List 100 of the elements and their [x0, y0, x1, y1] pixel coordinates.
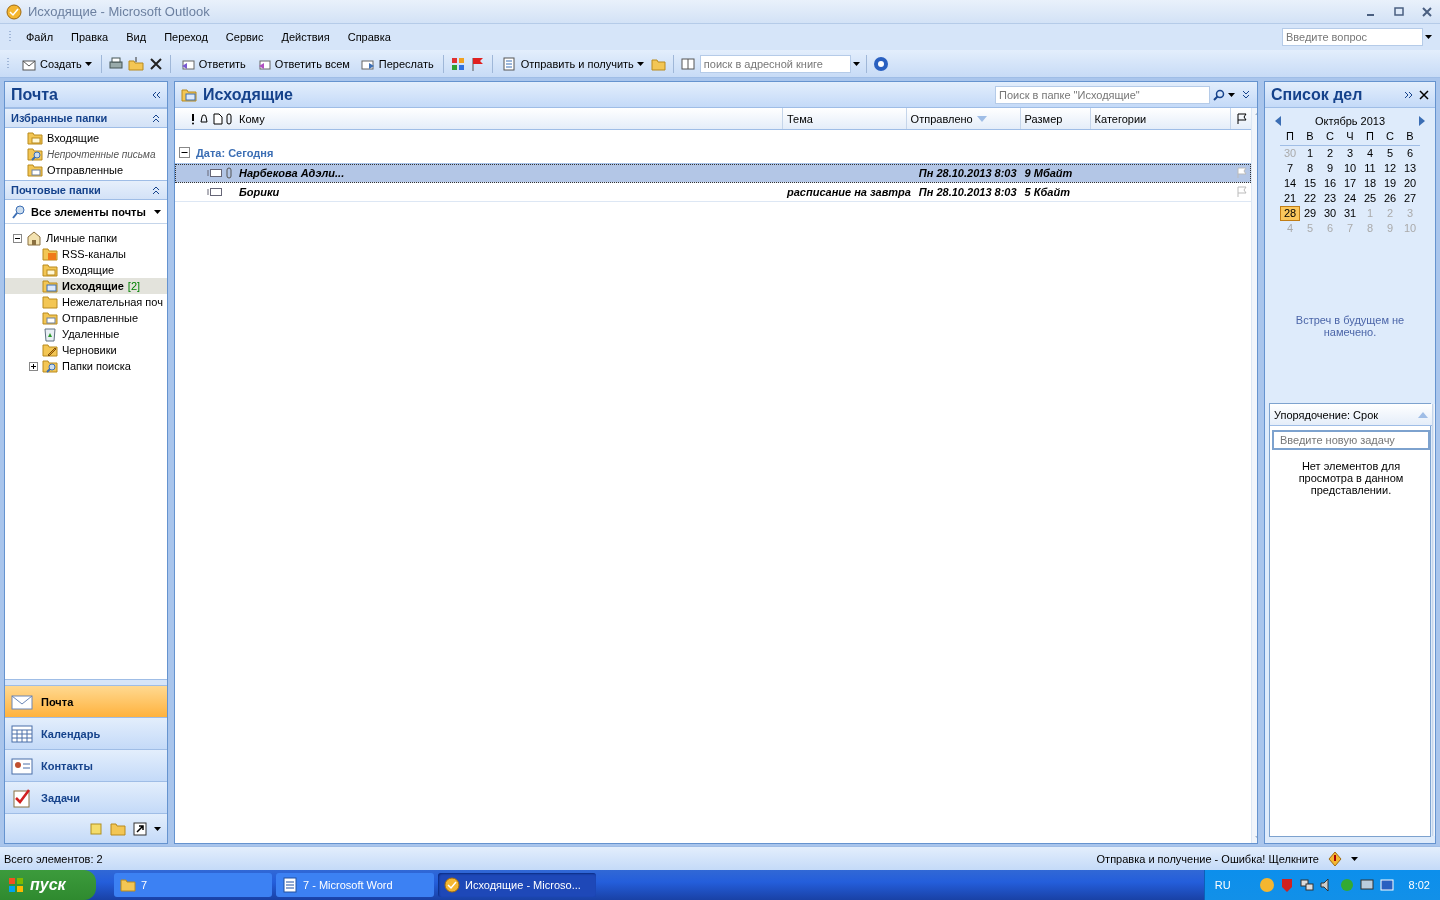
forward-button[interactable]: Переслать — [356, 52, 437, 75]
favorite-folder[interactable]: Входящие — [5, 130, 167, 146]
previous-month-icon — [1275, 116, 1281, 126]
new-task-field[interactable]: Введите новую задачу — [1272, 430, 1430, 450]
calendar-day[interactable]: 7 — [1280, 161, 1300, 176]
folder-name: Непрочтенные письма — [47, 148, 156, 160]
column-header[interactable]: Отправлено — [906, 108, 1021, 129]
taskbar-button[interactable]: Исходящие - Microso... — [438, 873, 596, 897]
help-icon — [872, 55, 889, 72]
calendar-day[interactable]: 31 — [1340, 206, 1360, 221]
column-header[interactable]: Размер — [1020, 108, 1091, 129]
caret-icon — [1228, 92, 1235, 97]
network-icon — [1298, 877, 1315, 893]
folder-item[interactable]: Входящие — [5, 262, 167, 278]
inbox-folder-icon — [27, 130, 43, 146]
taskbar-button[interactable]: 7 — [114, 873, 272, 897]
document-icon — [213, 112, 223, 125]
new-button[interactable]: Создать — [18, 52, 95, 75]
calendar-day[interactable]: 24 — [1340, 191, 1360, 206]
calendar-day[interactable]: 26 — [1380, 191, 1400, 206]
calendar-day[interactable]: 2 — [1320, 146, 1340, 161]
view-dropdown[interactable]: Все элементы почты — [5, 200, 167, 224]
taskbar-button[interactable]: 7 - Microsoft Word — [276, 873, 434, 897]
folder-item[interactable]: Отправленные — [5, 310, 167, 326]
menu-item[interactable]: Справка — [339, 29, 399, 45]
favorite-folder[interactable]: Непрочтенные письма — [5, 146, 167, 162]
nav-button[interactable]: Контакты — [5, 749, 167, 781]
message-size: 5 Кбайт — [1024, 186, 1070, 198]
calendar-day[interactable]: 14 — [1280, 176, 1300, 191]
menu-item[interactable]: Вид — [118, 29, 155, 45]
folder-item[interactable]: Исходящие [2] — [5, 278, 167, 294]
calendar-day[interactable]: 16 — [1320, 176, 1340, 191]
folder-search-field[interactable]: Поиск в папке "Исходящие" — [995, 85, 1210, 104]
calendar-day[interactable]: 13 — [1400, 161, 1420, 176]
column-header[interactable]: Кому — [235, 108, 783, 129]
message-row[interactable]: Борики расписание на завтра Пн 28.10.2013 8:03 5 Кбайт — [175, 183, 1251, 202]
calendar-day[interactable]: 18 — [1360, 176, 1380, 191]
calendar-day[interactable]: 4 — [1360, 146, 1380, 161]
menu-item[interactable]: Сервис — [217, 29, 272, 45]
flag-icon — [1235, 112, 1248, 125]
favorite-folder[interactable]: Отправленные — [5, 162, 167, 178]
maximize-icon[interactable] — [1392, 4, 1406, 19]
calendar-day[interactable]: 29 — [1300, 206, 1320, 221]
flag-icon — [1235, 167, 1248, 179]
nav-button[interactable]: Календарь — [5, 717, 167, 749]
help-search-field[interactable]: Введите вопрос — [1282, 28, 1423, 46]
calendar-day[interactable]: 30 — [1320, 206, 1340, 221]
calendar-day[interactable]: 27 — [1400, 191, 1420, 206]
calendar-day[interactable]: 17 — [1340, 176, 1360, 191]
folder-name: Папки поиска — [62, 360, 131, 372]
monitor-icon — [1358, 877, 1375, 893]
calendar-day[interactable]: 28 — [1280, 206, 1300, 221]
empty-tasks-message: Нет элементов для просмотра в данном представлении. — [1297, 459, 1405, 498]
calendar-day[interactable]: 5 — [1380, 146, 1400, 161]
calendar-day[interactable]: 11 — [1360, 161, 1380, 176]
folder-name: Нежелательная поч — [62, 296, 163, 308]
send-receive-status[interactable]: Отправка и получение - Ошибка! Щелкните — [1096, 852, 1319, 865]
column-header[interactable]: Тема — [783, 108, 907, 129]
expand-chevron-icon — [1403, 89, 1413, 100]
menu-item[interactable]: Действия — [273, 29, 338, 45]
calendar-day[interactable]: 12 — [1380, 161, 1400, 176]
calendar-day[interactable]: 6 — [1400, 146, 1420, 161]
weekday-label: П — [1280, 130, 1300, 146]
folder-item[interactable]: RSS-каналы — [5, 246, 167, 262]
calendar-day[interactable]: 21 — [1280, 191, 1300, 206]
address-book-icon — [679, 55, 696, 72]
calendar-day[interactable]: 9 — [1320, 161, 1340, 176]
folder-item[interactable]: Личные папки — [5, 230, 167, 246]
menu-item[interactable]: Правка — [63, 29, 117, 45]
message-row[interactable]: Нарбекова Адэли... Пн 28.10.2013 8:03 9 Мбайт — [175, 164, 1251, 183]
address-book-search[interactable]: поиск в адресной книге — [699, 54, 851, 73]
folder-item[interactable]: Черновики — [5, 342, 167, 358]
nav-button[interactable]: Почта — [5, 685, 167, 717]
group-header[interactable]: Дата: Сегодня — [196, 146, 274, 159]
nav-button[interactable]: Задачи — [5, 781, 167, 813]
folder-icon — [120, 877, 136, 893]
calendar-day[interactable]: 19 — [1380, 176, 1400, 191]
calendar-day[interactable]: 1 — [1300, 146, 1320, 161]
reply-all-button[interactable]: Ответить всем — [252, 52, 353, 75]
calendar-day[interactable]: 3 — [1340, 146, 1360, 161]
folder-item[interactable]: Нежелательная поч — [5, 294, 167, 310]
weekday-label: В — [1400, 130, 1420, 146]
calendar-day[interactable]: 22 — [1300, 191, 1320, 206]
calendar-day[interactable]: 8 — [1300, 161, 1320, 176]
calendar-day[interactable]: 10 — [1340, 161, 1360, 176]
arrange-by-header[interactable]: Упорядочение: Срок — [1270, 404, 1432, 426]
start-button[interactable]: пуск — [0, 870, 96, 900]
calendar-day[interactable]: 25 — [1360, 191, 1380, 206]
calendar-day[interactable]: 23 — [1320, 191, 1340, 206]
folder-item[interactable]: Папки поиска — [5, 358, 167, 374]
calendar-day[interactable]: 15 — [1300, 176, 1320, 191]
calendar-day[interactable]: 20 — [1400, 176, 1420, 191]
menu-item[interactable]: Переход — [156, 29, 216, 45]
menu-item[interactable]: Файл — [18, 29, 62, 45]
folder-item[interactable]: Удаленные — [5, 326, 167, 342]
send-receive-button[interactable]: Отправить и получить — [498, 52, 647, 75]
close-icon[interactable] — [1420, 4, 1434, 19]
item-count: Всего элементов: 2 — [4, 852, 103, 865]
column-header[interactable]: Категории — [1090, 108, 1231, 129]
reply-button[interactable]: Ответить — [176, 52, 249, 75]
